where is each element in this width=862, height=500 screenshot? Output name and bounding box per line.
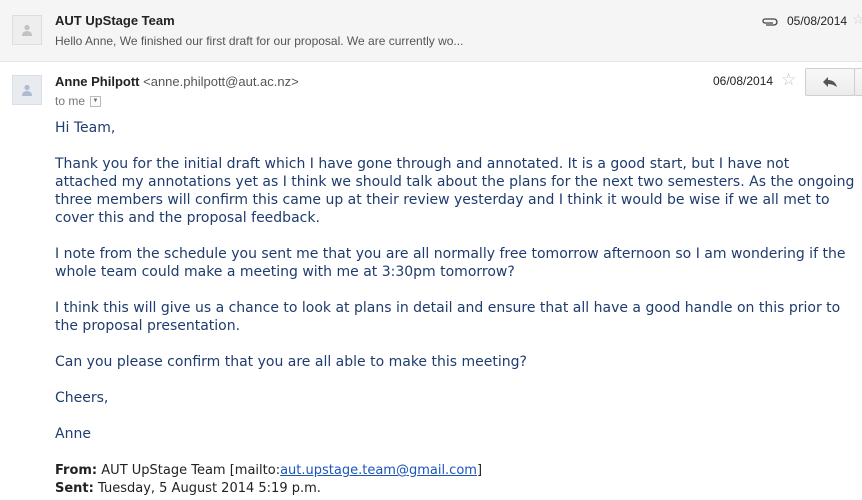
recipient-label: to me [55,94,86,108]
from-label: From: [55,463,98,478]
person-icon [22,84,32,96]
reply-icon [823,77,837,87]
body-paragraph: Can you please confirm that you are all … [55,354,527,370]
chevron-down-icon[interactable]: ▼ [90,95,102,107]
from-name: AUT UpStage Team [mailto: [101,463,281,478]
collapsed-date: 05/08/2014 [787,14,848,28]
collapsed-sender: AUT UpStage Team [55,13,175,28]
quoted-from-line: From: AUT UpStage Team [mailto:aut.upsta… [55,462,855,480]
body-paragraph: I think this will give us a chance to lo… [55,300,841,334]
sender-name: Anne Philpott [55,74,140,89]
message-body: Hi Team, Thank you for the initial draft… [55,119,855,461]
quoted-headers: From: AUT UpStage Team [mailto:aut.upsta… [55,462,855,498]
message-date: 06/08/2014 [713,74,774,88]
body-paragraph: Hi Team, [55,120,116,136]
star-icon[interactable]: ☆ [852,11,862,28]
sent-label: Sent: [55,481,94,496]
message-sender: Anne Philpott <anne.philpott@aut.ac.nz> [55,74,299,89]
star-icon[interactable]: ☆ [781,70,796,90]
quoted-sent-line: Sent: Tuesday, 5 August 2014 5:19 p.m. [55,480,855,498]
sender-avatar [12,15,42,45]
sent-value: Tuesday, 5 August 2014 5:19 p.m. [98,481,321,496]
collapsed-message[interactable]: AUT UpStage Team Hello Anne, We finished… [0,0,862,62]
collapsed-snippet: Hello Anne, We finished our first draft … [55,34,464,48]
sender-email: <anne.philpott@aut.ac.nz> [143,74,299,89]
from-close: ] [476,463,483,478]
more-options-button[interactable] [854,68,862,96]
reply-button[interactable] [805,68,855,96]
paperclip-icon [761,15,779,33]
recipient-line: to me ▼ [55,94,102,108]
body-paragraph: Thank you for the initial draft which I … [55,156,855,226]
person-icon [22,24,32,36]
sender-avatar [12,75,42,105]
from-email-link[interactable]: aut.upstage.team@gmail.com [280,463,477,478]
body-paragraph: Cheers, [55,390,109,406]
body-paragraph: Anne [55,426,91,442]
body-paragraph: I note from the schedule you sent me tha… [55,246,846,280]
